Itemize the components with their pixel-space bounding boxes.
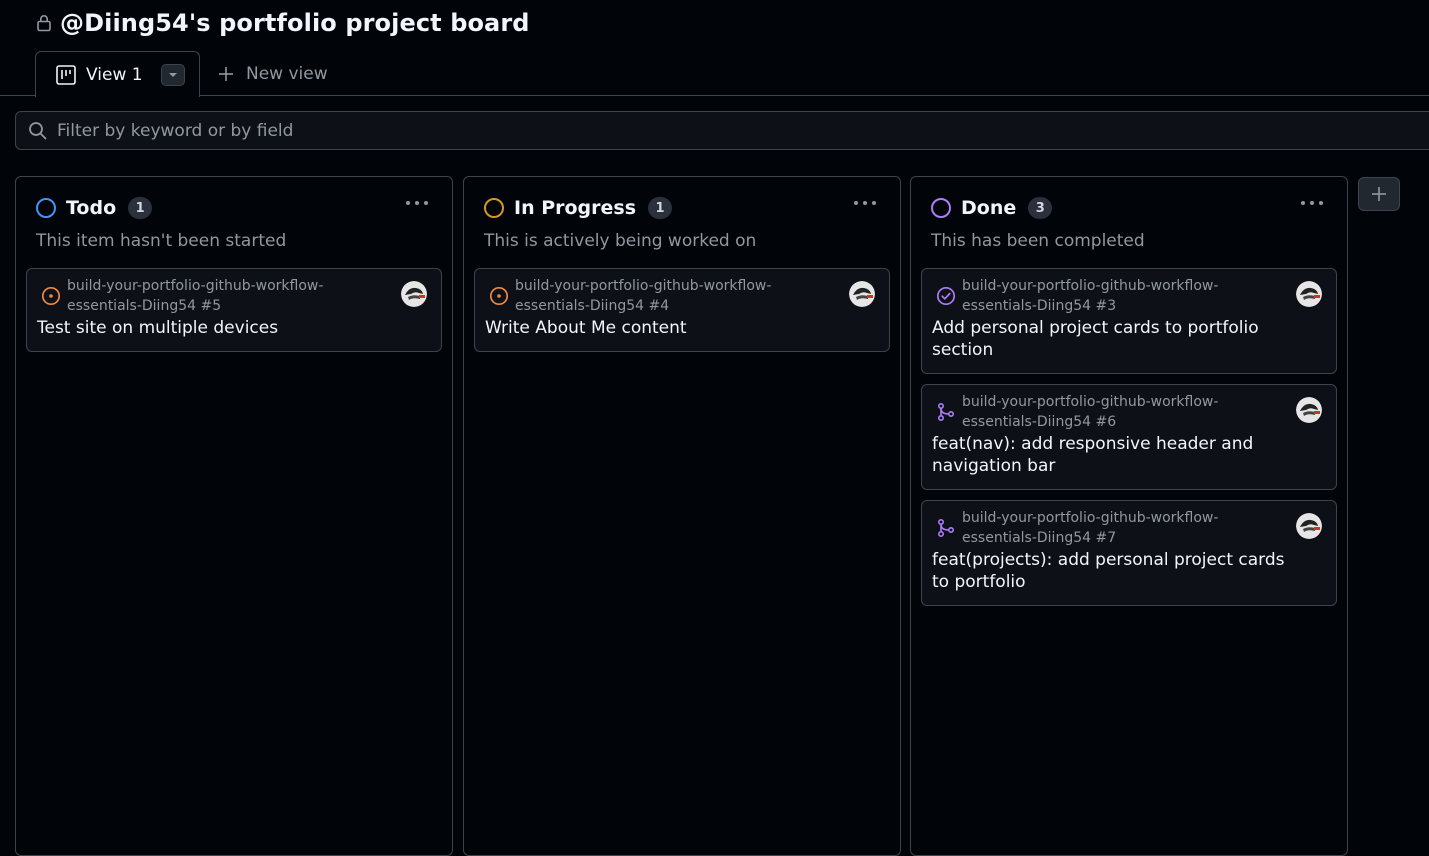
title-row: @Diing54's portfolio project board bbox=[36, 8, 530, 38]
card-item[interactable]: build-your-portfolio-github-workflow-ess… bbox=[921, 500, 1337, 606]
open-issue-icon bbox=[41, 286, 61, 306]
page-title: @Diing54's portfolio project board bbox=[60, 9, 530, 37]
assignee-avatar[interactable] bbox=[1296, 513, 1322, 539]
done-status-icon bbox=[931, 198, 951, 218]
card-repo[interactable]: build-your-portfolio-github-workflow-ess… bbox=[962, 508, 1290, 548]
column-in-progress: In Progress 1 This is actively being wor… bbox=[463, 176, 901, 856]
card-repo[interactable]: build-your-portfolio-github-workflow-ess… bbox=[515, 276, 843, 316]
tab-label: View 1 bbox=[86, 64, 143, 85]
filter-bar[interactable] bbox=[15, 111, 1429, 150]
project-header: @Diing54's portfolio project board View … bbox=[0, 0, 1429, 97]
column-description: This is actively being worked on bbox=[484, 231, 757, 251]
merged-pr-icon bbox=[937, 518, 955, 538]
add-column-button[interactable] bbox=[1358, 177, 1400, 211]
card-item[interactable]: build-your-portfolio-github-workflow-ess… bbox=[474, 268, 890, 352]
item-count-badge: 3 bbox=[1028, 197, 1053, 219]
triangle-down-icon bbox=[168, 72, 177, 77]
lock-icon bbox=[37, 15, 51, 32]
closed-issue-icon bbox=[936, 286, 956, 306]
column-menu-icon[interactable] bbox=[1299, 193, 1325, 213]
search-icon bbox=[29, 122, 47, 140]
card-list: build-your-portfolio-github-workflow-ess… bbox=[921, 268, 1337, 616]
column-description: This has been completed bbox=[931, 231, 1145, 251]
column-title: In Progress bbox=[514, 197, 637, 219]
in-progress-status-icon bbox=[484, 198, 504, 218]
new-view-label: New view bbox=[246, 63, 328, 84]
tab-view-1[interactable]: View 1 bbox=[35, 51, 200, 97]
column-description: This item hasn't been started bbox=[36, 231, 287, 251]
todo-status-icon bbox=[36, 198, 56, 218]
assignee-avatar[interactable] bbox=[849, 281, 875, 307]
card-repo[interactable]: build-your-portfolio-github-workflow-ess… bbox=[962, 392, 1290, 432]
card-repo[interactable]: build-your-portfolio-github-workflow-ess… bbox=[962, 276, 1290, 316]
card-list: build-your-portfolio-github-workflow-ess… bbox=[26, 268, 442, 362]
column-menu-icon[interactable] bbox=[852, 193, 878, 213]
item-count-badge: 1 bbox=[128, 197, 153, 219]
card-item[interactable]: build-your-portfolio-github-workflow-ess… bbox=[921, 268, 1337, 374]
column-header: In Progress 1 bbox=[484, 197, 673, 219]
column-header: Todo 1 bbox=[36, 197, 153, 219]
assignee-avatar[interactable] bbox=[401, 281, 427, 307]
card-item[interactable]: build-your-portfolio-github-workflow-ess… bbox=[921, 384, 1337, 490]
board-icon bbox=[56, 64, 76, 85]
column-header: Done 3 bbox=[931, 197, 1053, 219]
card-repo[interactable]: build-your-portfolio-github-workflow-ess… bbox=[67, 276, 395, 316]
new-view-button[interactable]: New view bbox=[200, 51, 328, 96]
filter-input[interactable] bbox=[57, 120, 657, 141]
item-count-badge: 1 bbox=[648, 197, 673, 219]
open-issue-icon bbox=[489, 286, 509, 306]
card-title[interactable]: feat(projects): add personal project car… bbox=[932, 548, 1290, 593]
column-title: Done bbox=[961, 197, 1017, 219]
card-title[interactable]: Test site on multiple devices bbox=[37, 316, 395, 339]
plus-icon bbox=[219, 66, 233, 81]
column-todo: Todo 1 This item hasn't been started bui… bbox=[15, 176, 453, 856]
column-menu-icon[interactable] bbox=[404, 193, 430, 213]
card-title[interactable]: feat(nav): add responsive header and nav… bbox=[932, 432, 1290, 477]
card-title[interactable]: Add personal project cards to portfolio … bbox=[932, 316, 1290, 361]
card-list: build-your-portfolio-github-workflow-ess… bbox=[474, 268, 890, 362]
card-item[interactable]: build-your-portfolio-github-workflow-ess… bbox=[26, 268, 442, 352]
column-title: Todo bbox=[66, 197, 117, 219]
view-tabs: View 1 New view bbox=[35, 51, 328, 97]
card-title[interactable]: Write About Me content bbox=[485, 316, 843, 339]
assignee-avatar[interactable] bbox=[1296, 397, 1322, 423]
view-options-button[interactable] bbox=[160, 63, 185, 86]
merged-pr-icon bbox=[937, 402, 955, 422]
assignee-avatar[interactable] bbox=[1296, 281, 1322, 307]
column-done: Done 3 This has been completed build-you… bbox=[910, 176, 1348, 856]
plus-icon bbox=[1372, 187, 1386, 201]
